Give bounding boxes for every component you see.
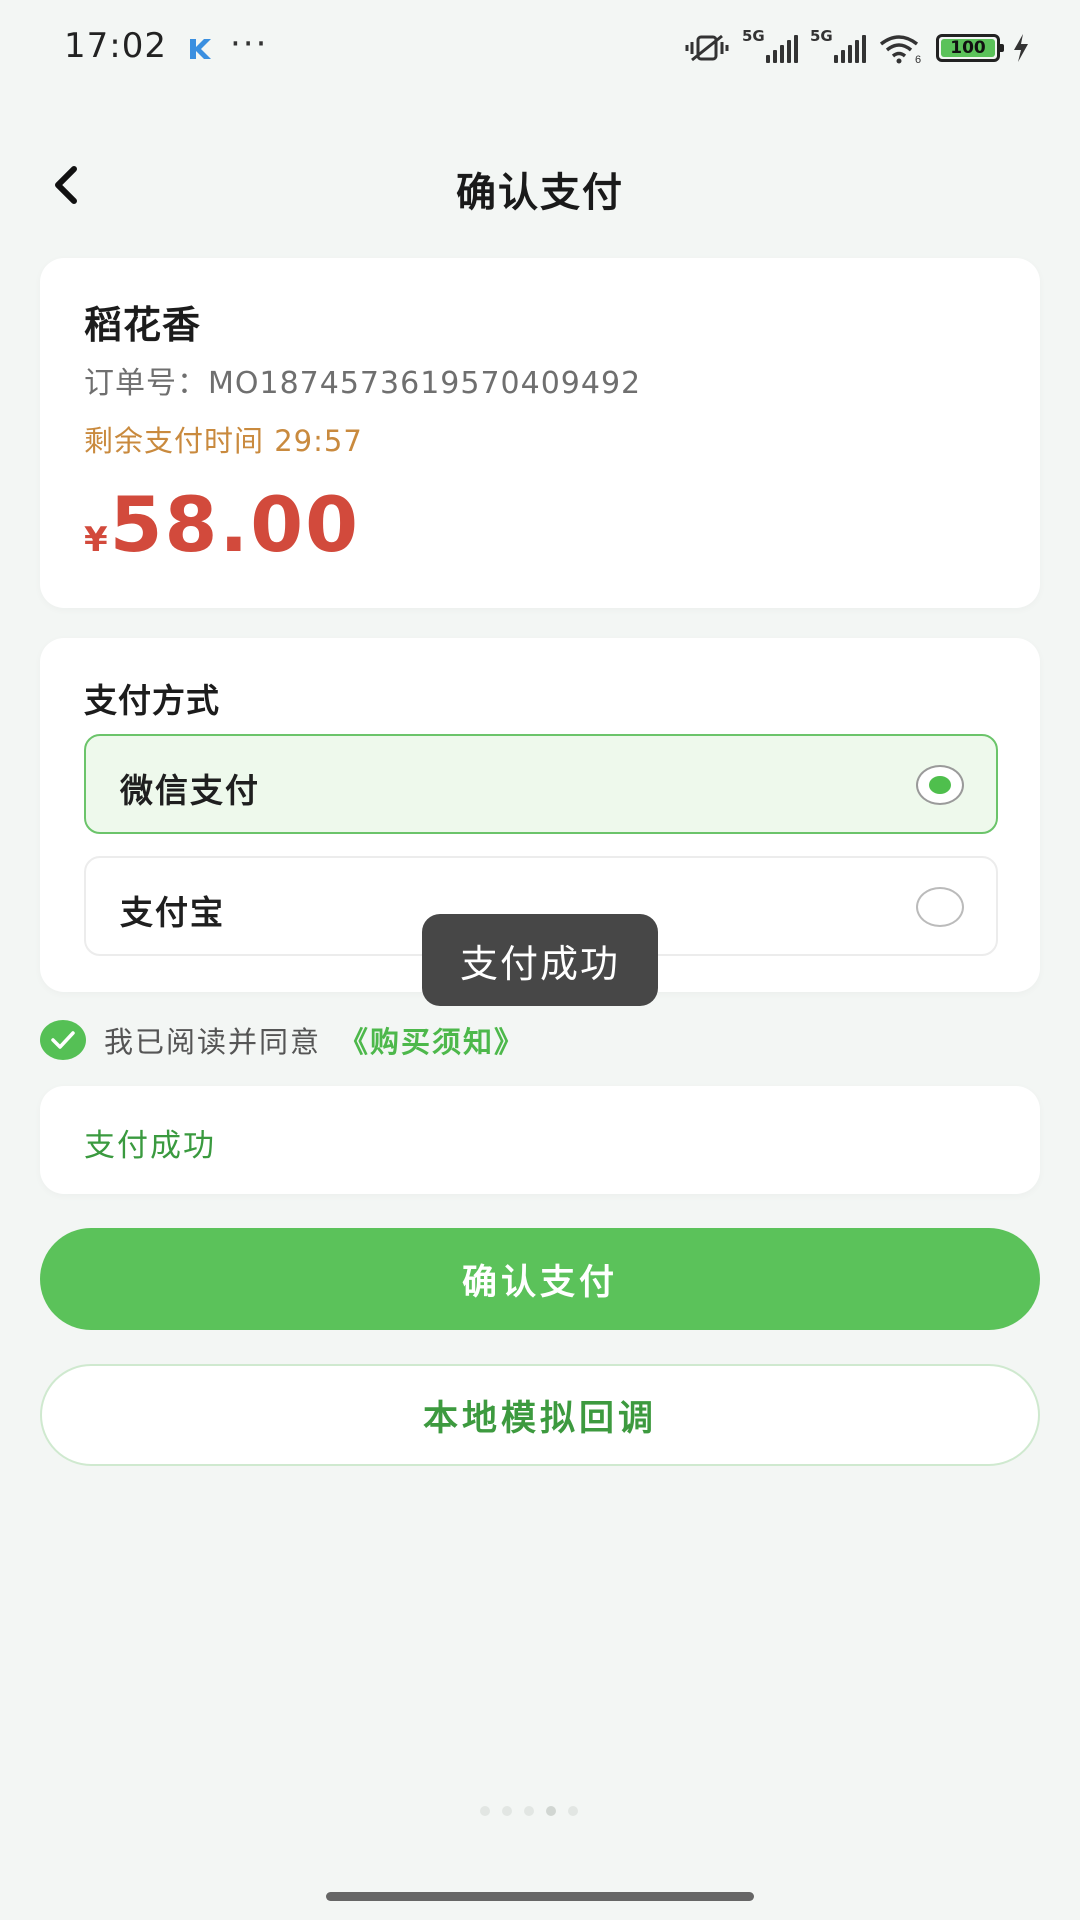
vibrate-mute-icon <box>685 34 729 62</box>
product-name: 稻花香 <box>84 303 202 347</box>
page-dot <box>524 1806 534 1816</box>
remaining-time-label: 剩余支付时间 <box>84 424 265 458</box>
radio-selected-icon[interactable] <box>916 765 964 805</box>
checkmark-icon <box>51 1031 75 1049</box>
more-dots-icon: ··· <box>230 24 269 64</box>
payment-method-title: 支付方式 <box>84 681 220 720</box>
agreement-text: 我已阅读并同意 <box>104 1025 322 1059</box>
charging-bolt-icon <box>1014 34 1028 62</box>
page-title: 确认支付 <box>456 170 624 216</box>
signal-2-icon: 5G <box>810 27 866 63</box>
page-dot <box>502 1806 512 1816</box>
payment-option-wechat[interactable]: 微信支付 <box>84 734 998 834</box>
page-dot-active <box>546 1806 556 1816</box>
payment-result-text: 支付成功 <box>84 1128 216 1164</box>
wifi-icon: 6 <box>879 35 921 64</box>
order-card: 稻花香 订单号：MO1874573619570409492 剩余支付时间 29:… <box>40 258 1040 608</box>
remaining-time-value: 29:57 <box>274 424 363 458</box>
page-dot <box>568 1806 578 1816</box>
order-number-label: 订单号： <box>84 366 208 401</box>
price: ¥ 58.00 <box>84 480 360 569</box>
remaining-time: 剩余支付时间 29:57 <box>84 418 363 460</box>
payment-result-card: 支付成功 <box>40 1086 1040 1194</box>
payment-option-label: 微信支付 <box>120 771 260 810</box>
header: 确认支付 <box>0 140 1080 230</box>
home-indicator[interactable] <box>326 1892 754 1901</box>
agreement-checkbox[interactable] <box>40 1020 86 1060</box>
order-number-value: MO1874573619570409492 <box>208 366 642 401</box>
agreement-row: 我已阅读并同意 《购买须知》 <box>40 1018 525 1062</box>
order-number: 订单号：MO1874573619570409492 <box>84 358 641 402</box>
confirm-payment-button[interactable]: 确认支付 <box>40 1228 1040 1330</box>
status-icons: 5G 5G 6 100 <box>684 27 1030 68</box>
status-bar: 17:02 ··· 5G 5G 6 100 <box>0 0 1080 96</box>
battery-level: 100 <box>941 38 995 58</box>
payment-option-label: 支付宝 <box>120 893 225 932</box>
k-app-icon <box>190 39 211 59</box>
local-callback-button[interactable]: 本地模拟回调 <box>40 1364 1040 1466</box>
battery-icon: 100 <box>936 34 1004 62</box>
price-amount: 58.00 <box>109 480 361 569</box>
radio-unselected-icon[interactable] <box>916 887 964 927</box>
page-dot <box>480 1806 490 1816</box>
purchase-notice-link[interactable]: 《购买须知》 <box>339 1019 525 1061</box>
toast-message: 支付成功 <box>422 914 658 1006</box>
status-time: 17:02 <box>64 26 167 66</box>
svg-text:6: 6 <box>915 54 921 64</box>
signal-1-icon: 5G <box>742 27 798 63</box>
currency-symbol: ¥ <box>84 520 108 560</box>
page-indicator <box>480 1806 578 1816</box>
